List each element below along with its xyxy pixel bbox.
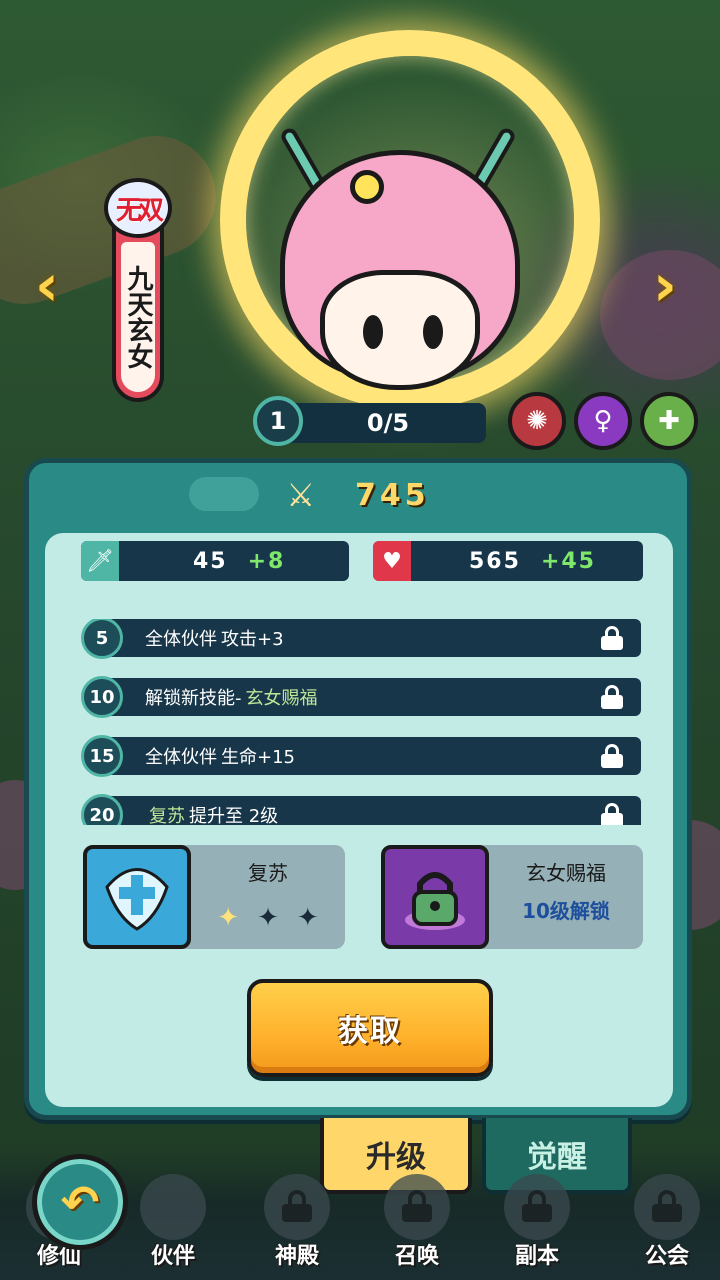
hero-trait-icons: ✺ ♀ ✚: [508, 392, 698, 450]
hero-name-banner: 九天玄女: [112, 226, 164, 402]
hero-hair-orb: [350, 170, 384, 204]
attack-bonus-value: +8: [247, 548, 286, 574]
star-empty-icon: ✦: [257, 903, 279, 933]
bonus-highlight: 攻击+3: [221, 629, 284, 650]
bonus-suffix: 提升至 2级: [189, 806, 279, 825]
nav-label: 副本: [514, 1244, 559, 1269]
back-arrow-icon: ↶: [60, 1175, 100, 1229]
nav-item[interactable]: 副本: [482, 1170, 592, 1280]
bonus-description: 全体伙伴 攻击+3: [145, 625, 288, 651]
hero-level: 1: [269, 407, 287, 435]
nav-label: 公会: [644, 1244, 689, 1269]
bonus-prefix: 解锁新技能-: [145, 688, 242, 709]
nav-label: 神殿: [274, 1244, 319, 1269]
revive-skill-icon[interactable]: [83, 845, 191, 949]
star-filled-icon: ✦: [217, 903, 240, 933]
bonus-level: 20: [89, 804, 115, 826]
lock-icon: [652, 1190, 682, 1222]
star-empty-icon: ✦: [296, 903, 319, 933]
bonus-highlight: 玄女赐福: [245, 688, 318, 709]
hp-bonus-value: +45: [540, 548, 596, 574]
level-bonus-row: 15 全体伙伴 生命+15: [81, 735, 641, 777]
level-bonus-row: 5 全体伙伴 攻击+3: [81, 619, 641, 659]
star-progress-text: 0/5: [366, 409, 410, 437]
bonus-level: 10: [89, 686, 115, 708]
skill-card-revive[interactable]: 复苏 ✦ ✦ ✦: [83, 845, 345, 949]
bonus-description: 复苏 提升至 2级: [145, 802, 278, 825]
skill-name: 玄女赐福: [526, 861, 606, 885]
bonus-level-badge: 5: [81, 619, 123, 659]
star-progress-bar: 0/5: [290, 403, 486, 443]
skill-name: 复苏: [248, 861, 288, 885]
hp-stat: ♥ 565 +45: [373, 541, 643, 581]
panel-content: 🗡 45 +8 ♥ 565 +45 5 全体伙伴 攻击+3 10 解锁新技能- 玄女赐福 1…: [45, 533, 673, 1107]
attack-base-value: 45: [193, 548, 228, 574]
bonus-description: 解锁新技能- 玄女赐福: [145, 684, 322, 710]
lock-icon: [522, 1190, 552, 1222]
bonus-prefix: 全体伙伴: [145, 629, 217, 650]
hero-eye: [363, 315, 383, 349]
skill-card-blessing[interactable]: 玄女赐福 10级解锁: [381, 845, 643, 949]
bonus-prefix: 全体伙伴: [145, 747, 217, 768]
level-bonus-row: 10 解锁新技能- 玄女赐福: [81, 676, 641, 718]
next-hero-arrow-icon[interactable]: ›: [640, 250, 690, 320]
bonus-level-badge: 15: [81, 735, 123, 777]
bonus-level-badge: 10: [81, 676, 123, 718]
lock-icon: [601, 626, 623, 650]
hero-eye: [423, 315, 443, 349]
heart-icon: ♥: [373, 541, 411, 581]
hero-detail-panel: ⚔ 745 🗡 45 +8 ♥ 565 +45 5 全体伙伴 攻击+3 10 解锁新技能…: [24, 458, 692, 1120]
nav-item[interactable]: 伙伴: [118, 1170, 228, 1280]
padlock-icon: [405, 872, 465, 930]
lock-icon: [402, 1190, 432, 1222]
level-bonus-row: 20 复苏 提升至 2级: [81, 794, 641, 825]
bonus-level-badge: 20: [81, 794, 123, 825]
nav-item[interactable]: 公会: [612, 1170, 720, 1280]
bonus-level: 15: [89, 745, 115, 767]
skill-star-rating: ✦ ✦ ✦: [191, 903, 345, 933]
rarity-badge: 无双: [104, 178, 172, 238]
crossed-swords-icon: ⚔: [286, 476, 316, 514]
nav-label: 伙伴: [150, 1244, 195, 1269]
combat-power-row: ⚔ 745: [29, 463, 687, 527]
back-button[interactable]: ↶: [32, 1154, 128, 1250]
fire-element-icon[interactable]: ✺: [508, 392, 566, 450]
heal-role-icon[interactable]: ✚: [640, 392, 698, 450]
bonus-level: 5: [95, 627, 109, 649]
attack-stat: 🗡 45 +8: [81, 541, 349, 581]
sword-icon: 🗡: [81, 541, 119, 581]
hero-level-badge: 1: [253, 396, 303, 446]
hero-face: [320, 270, 480, 390]
cross-shield-icon: [105, 868, 169, 931]
blessing-skill-icon[interactable]: [381, 845, 489, 949]
lock-icon: [601, 744, 623, 768]
nav-label: 召唤: [394, 1244, 439, 1269]
hp-base-value: 565: [469, 548, 521, 574]
previous-hero-arrow-icon[interactable]: ‹: [22, 250, 72, 320]
partner-icon: [140, 1174, 206, 1240]
nav-item[interactable]: 召唤: [362, 1170, 472, 1280]
lock-icon: [601, 803, 623, 825]
level-bonus-list[interactable]: 5 全体伙伴 攻击+3 10 解锁新技能- 玄女赐福 15 全体伙伴 生命+15 20 复苏 提升至 …: [81, 619, 641, 825]
get-button[interactable]: 获取: [247, 979, 493, 1077]
bonus-highlight: 生命+15: [221, 747, 295, 768]
bonus-highlight: 复苏: [149, 806, 185, 825]
lock-icon: [282, 1190, 312, 1222]
mage-class-icon[interactable]: ♀: [574, 392, 632, 450]
bonus-description: 全体伙伴 生命+15: [145, 743, 299, 769]
rarity-label: 无双: [115, 195, 164, 226]
skill-unlock-text: 10级解锁: [522, 899, 610, 923]
hero-name: 九天玄女: [121, 242, 155, 392]
nav-item[interactable]: 神殿: [242, 1170, 352, 1280]
hero-portrait: [200, 0, 620, 460]
lock-icon: [601, 685, 623, 709]
combat-power-value: 745: [355, 477, 430, 513]
